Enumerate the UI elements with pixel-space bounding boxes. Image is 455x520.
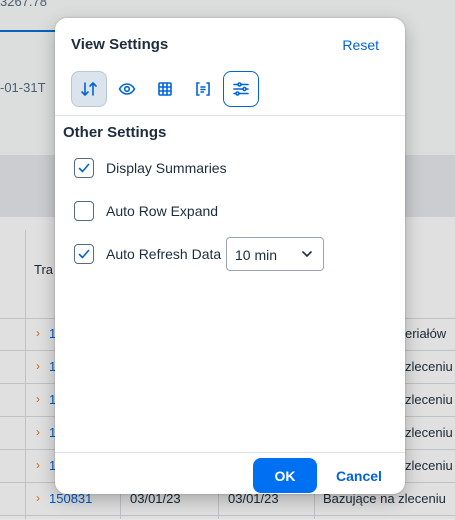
tab-other-settings[interactable] bbox=[223, 71, 259, 107]
auto-row-expand-label: Auto Row Expand bbox=[106, 203, 219, 219]
cancel-button[interactable]: Cancel bbox=[327, 458, 391, 493]
tab-columns[interactable] bbox=[109, 71, 145, 107]
option-auto-refresh-data[interactable]: Auto Refresh Data bbox=[74, 243, 221, 265]
display-summaries-label: Display Summaries bbox=[106, 160, 227, 176]
option-display-summaries[interactable]: Display Summaries bbox=[74, 157, 227, 179]
ok-button[interactable]: OK bbox=[253, 458, 317, 493]
dialog-title: View Settings bbox=[71, 36, 169, 53]
tab-sort[interactable] bbox=[71, 71, 107, 107]
auto-refresh-data-checkbox[interactable] bbox=[74, 244, 94, 264]
table-icon bbox=[158, 82, 172, 96]
tab-group[interactable] bbox=[185, 71, 221, 107]
footer-divider bbox=[55, 452, 405, 453]
refresh-interval-value: 10 min bbox=[235, 247, 278, 263]
tab-table[interactable] bbox=[147, 71, 183, 107]
auto-refresh-data-label: Auto Refresh Data bbox=[106, 246, 222, 262]
checkmark-icon bbox=[78, 249, 90, 259]
refresh-interval-select[interactable]: 10 min bbox=[226, 237, 324, 271]
settings-tab-bar bbox=[71, 71, 259, 107]
reset-button[interactable]: Reset bbox=[342, 37, 379, 53]
eye-icon bbox=[118, 83, 136, 95]
checkmark-icon bbox=[78, 163, 90, 173]
settings-sliders-icon bbox=[233, 82, 249, 96]
section-title: Other Settings bbox=[63, 124, 167, 141]
chevron-down-icon bbox=[302, 251, 312, 257]
sort-icon bbox=[81, 82, 97, 96]
display-summaries-checkbox[interactable] bbox=[74, 158, 94, 178]
group-icon bbox=[196, 82, 210, 96]
view-settings-dialog: View Settings Reset Other Settings Displ… bbox=[55, 18, 405, 494]
auto-row-expand-checkbox[interactable] bbox=[74, 201, 94, 221]
option-auto-row-expand[interactable]: Auto Row Expand bbox=[74, 200, 218, 222]
header-divider bbox=[55, 115, 405, 116]
